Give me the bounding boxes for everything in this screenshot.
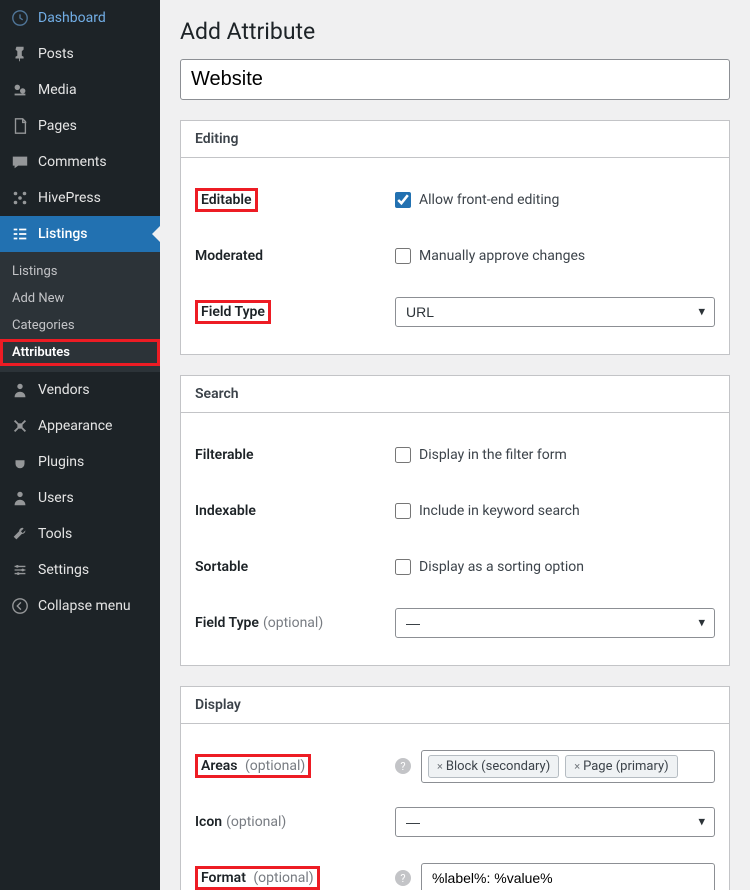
plugins-icon	[10, 452, 30, 472]
sidebar-submenu-item-listings[interactable]: Listings	[0, 258, 160, 285]
dashboard-icon	[10, 8, 30, 28]
editable-checkbox[interactable]	[395, 192, 411, 208]
settings-icon	[10, 560, 30, 580]
filterable-field-label: Filterable	[195, 447, 395, 463]
main-content: Add Attribute Editing Editable Allow fro…	[160, 0, 750, 890]
sidebar-item-appearance[interactable]: Appearance	[0, 408, 160, 444]
sidebar-item-tools[interactable]: Tools	[0, 516, 160, 552]
edit-field-type-select[interactable]: URL	[395, 297, 715, 327]
sidebar-item-users[interactable]: Users	[0, 480, 160, 516]
sidebar-item-media[interactable]: Media	[0, 72, 160, 108]
areas-field-control[interactable]: ×Block (secondary) ×Page (primary)	[421, 750, 715, 783]
sidebar-item-label: HivePress	[38, 190, 101, 206]
format-field-label: Format (optional)	[195, 866, 395, 890]
moderated-field-label: Moderated	[195, 248, 395, 264]
sidebar-item-label: Collapse menu	[38, 598, 131, 614]
pin-icon	[10, 44, 30, 64]
sidebar-item-posts[interactable]: Posts	[0, 36, 160, 72]
sidebar-submenu-item-attributes[interactable]: Attributes	[0, 339, 160, 366]
sidebar-item-plugins[interactable]: Plugins	[0, 444, 160, 480]
moderated-field-control[interactable]: Manually approve changes	[395, 248, 585, 264]
moderated-checkbox[interactable]	[395, 248, 411, 264]
tools-icon	[10, 524, 30, 544]
sidebar-item-listings[interactable]: Listings	[0, 216, 160, 252]
listings-icon	[10, 224, 30, 244]
media-icon	[10, 80, 30, 100]
sidebar-item-pages[interactable]: Pages	[0, 108, 160, 144]
sidebar-item-label: Pages	[38, 118, 77, 134]
sidebar-item-label: Users	[38, 490, 74, 506]
icon-field-label: Icon(optional)	[195, 814, 395, 830]
tag-remove-icon[interactable]: ×	[574, 760, 580, 773]
editing-section: Editing Editable Allow front-end editing…	[180, 120, 730, 355]
edit-field-type-label: Field Type	[195, 300, 271, 324]
sidebar-item-label: Settings	[38, 562, 89, 578]
sidebar-item-collapse[interactable]: Collapse menu	[0, 588, 160, 624]
sidebar-item-label: Media	[38, 82, 77, 98]
sidebar-item-label: Comments	[38, 154, 107, 170]
sidebar-item-label: Listings	[38, 226, 88, 242]
indexable-field-control[interactable]: Include in keyword search	[395, 503, 580, 519]
indexable-field-text: Include in keyword search	[419, 503, 580, 519]
display-heading: Display	[181, 687, 729, 724]
areas-field-label: Areas (optional)	[195, 754, 395, 778]
editable-field-text: Allow front-end editing	[419, 192, 559, 208]
editable-field-control[interactable]: Allow front-end editing	[395, 192, 559, 208]
sidebar-item-hivepress[interactable]: HivePress	[0, 180, 160, 216]
sortable-field-label: Sortable	[195, 559, 395, 575]
help-icon[interactable]: ?	[395, 870, 411, 886]
collapse-icon	[10, 596, 30, 616]
sortable-checkbox[interactable]	[395, 559, 411, 575]
sidebar-item-dashboard[interactable]: Dashboard	[0, 0, 160, 36]
search-field-type-select[interactable]: —	[395, 608, 715, 638]
sortable-field-control[interactable]: Display as a sorting option	[395, 559, 584, 575]
areas-tag[interactable]: ×Page (primary)	[565, 755, 677, 778]
search-section: Search Filterable Display in the filter …	[180, 375, 730, 666]
areas-tag[interactable]: ×Block (secondary)	[428, 755, 559, 778]
sidebar-item-label: Vendors	[38, 382, 90, 398]
format-field-input[interactable]	[421, 863, 715, 890]
help-icon[interactable]: ?	[395, 758, 411, 774]
admin-sidebar: Dashboard Posts Media Pages Comments Hiv…	[0, 0, 160, 890]
sidebar-submenu: Listings Add New Categories Attributes	[0, 252, 160, 372]
sidebar-item-label: Plugins	[38, 454, 84, 470]
sidebar-item-label: Dashboard	[38, 10, 106, 26]
sidebar-item-label: Appearance	[38, 418, 112, 434]
filterable-checkbox[interactable]	[395, 447, 411, 463]
sidebar-item-settings[interactable]: Settings	[0, 552, 160, 588]
sidebar-item-comments[interactable]: Comments	[0, 144, 160, 180]
indexable-field-label: Indexable	[195, 503, 395, 519]
vendors-icon	[10, 380, 30, 400]
indexable-checkbox[interactable]	[395, 503, 411, 519]
filterable-field-text: Display in the filter form	[419, 447, 567, 463]
sidebar-submenu-item-categories[interactable]: Categories	[0, 312, 160, 339]
appearance-icon	[10, 416, 30, 436]
editable-field-label: Editable	[195, 188, 258, 212]
search-heading: Search	[181, 376, 729, 413]
users-icon	[10, 488, 30, 508]
sortable-field-text: Display as a sorting option	[419, 559, 584, 575]
attribute-name-input[interactable]	[180, 59, 730, 100]
sidebar-item-label: Tools	[38, 526, 72, 542]
display-section: Display Areas (optional) ? ×Block (secon…	[180, 686, 730, 890]
moderated-field-text: Manually approve changes	[419, 248, 585, 264]
sidebar-item-vendors[interactable]: Vendors	[0, 372, 160, 408]
comments-icon	[10, 152, 30, 172]
editing-heading: Editing	[181, 121, 729, 158]
search-field-type-label: Field Type(optional)	[195, 615, 395, 631]
page-title: Add Attribute	[180, 0, 730, 59]
filterable-field-control[interactable]: Display in the filter form	[395, 447, 567, 463]
sidebar-item-label: Posts	[38, 46, 74, 62]
sidebar-submenu-item-add-new[interactable]: Add New	[0, 285, 160, 312]
tag-remove-icon[interactable]: ×	[437, 760, 443, 773]
hivepress-icon	[10, 188, 30, 208]
icon-field-select[interactable]: —	[395, 807, 715, 837]
pages-icon	[10, 116, 30, 136]
